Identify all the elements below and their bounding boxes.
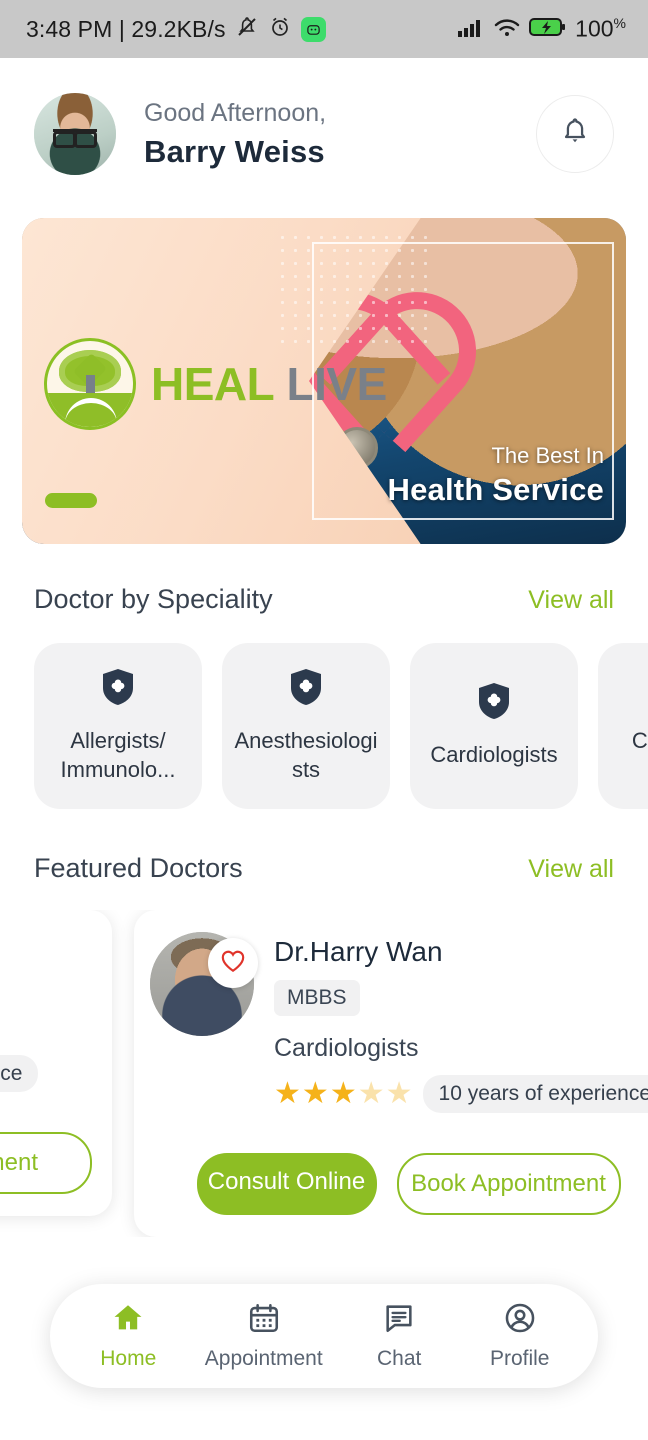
rating-stars: ★ ★ ★ ★ ★ (274, 1079, 413, 1109)
banner-caption-large: Health Service (387, 472, 604, 507)
speciality-card-label: Anesthesiologists (234, 728, 378, 782)
bottom-navigation-wrapper: Home Appointment Chat Profile (0, 1284, 648, 1388)
banner-accent-pill (45, 493, 97, 508)
wifi-icon (493, 15, 521, 44)
nav-label-profile: Profile (489, 1347, 550, 1370)
battery-percent-unit: % (613, 15, 626, 32)
greeting-text: Good Afternoon, (144, 98, 327, 127)
star-empty-icon: ★ (357, 1077, 385, 1110)
speciality-card-label: Colon and Rectal (631, 728, 648, 754)
nav-label-appointment: Appointment (204, 1347, 323, 1370)
bell-muted-icon (235, 15, 259, 44)
doctor-card-partial[interactable]: f experience ointment (0, 910, 112, 1216)
nav-item-profile[interactable]: Profile (476, 1301, 564, 1371)
star-filled-icon: ★ (329, 1077, 357, 1110)
featured-section-header: Featured Doctors View all (0, 853, 648, 884)
featured-view-all-link[interactable]: View all (528, 855, 614, 884)
bell-icon (558, 115, 592, 154)
featured-section-title: Featured Doctors (34, 853, 243, 883)
battery-charging-icon (529, 16, 567, 43)
speciality-card[interactable]: Colon and Rectal (598, 643, 648, 809)
notification-button[interactable] (536, 95, 614, 173)
book-appointment-button-partial[interactable]: ointment (0, 1132, 92, 1194)
app-header: Good Afternoon, Barry Weiss (0, 58, 648, 210)
heart-icon (220, 949, 246, 978)
doctor-card[interactable]: Dr.Harry Wan MBBS Cardiologists ★ ★ ★ ★ … (134, 910, 648, 1237)
star-empty-icon: ★ (385, 1077, 413, 1110)
nav-item-appointment[interactable]: Appointment (205, 1301, 323, 1371)
speciality-card[interactable]: Cardiologists (410, 643, 578, 809)
nav-label-chat: Chat (377, 1347, 422, 1370)
featured-doctor-list[interactable]: f experience ointment Dr.Harry Wan (0, 910, 648, 1237)
status-bar: 3:48 PM | 29.2KB/s 100% (0, 0, 648, 58)
speciality-card-label: Allergists/ Immunolo... (60, 728, 176, 782)
speciality-card-label: Cardiologists (430, 742, 558, 768)
doctor-name: Dr.Harry Wan (274, 936, 443, 967)
doctor-photo-wrapper (150, 932, 258, 1113)
bottom-navigation: Home Appointment Chat Profile (50, 1284, 598, 1388)
person-circle-icon (503, 1301, 537, 1340)
shield-medical-icon (101, 668, 135, 711)
doctor-info: Dr.Harry Wan MBBS Cardiologists ★ ★ ★ ★ … (274, 932, 648, 1113)
status-bar-left: 3:48 PM | 29.2KB/s (26, 15, 326, 44)
star-filled-icon: ★ (274, 1077, 301, 1110)
banner-caption: The Best In Health Service (388, 443, 604, 508)
greeting-block: Good Afternoon, Barry Weiss (144, 99, 536, 170)
consult-online-button[interactable]: Consult Online (196, 1153, 377, 1215)
app-chip-icon (300, 16, 326, 42)
doctor-card-top (0, 932, 92, 1036)
status-time-and-speed: 3:48 PM | 29.2KB/s (26, 15, 226, 42)
doctor-card-top: Dr.Harry Wan MBBS Cardiologists ★ ★ ★ ★ … (150, 932, 648, 1113)
banner-caption-small: The Best In (491, 443, 604, 468)
experience-chip: 10 years of experience (422, 1075, 648, 1113)
shield-medical-icon (477, 682, 511, 725)
cellular-signal-icon (457, 15, 485, 44)
promo-banner-wrapper: HEAL LIVE The Best In Health Service (0, 210, 648, 544)
calendar-icon (247, 1301, 281, 1340)
chat-icon (382, 1301, 416, 1340)
speciality-section-header: Doctor by Speciality View all (0, 584, 648, 615)
user-name: Barry Weiss (144, 133, 325, 169)
speciality-card-list[interactable]: Allergists/ Immunolo... Anesthesiologist… (0, 643, 648, 809)
star-filled-icon: ★ (301, 1077, 329, 1110)
promo-banner[interactable]: HEAL LIVE The Best In Health Service (22, 218, 626, 544)
doctor-rating-row: ★ ★ ★ ★ ★ 10 years of experience (274, 1075, 648, 1113)
speciality-card[interactable]: Allergists/ Immunolo... (34, 643, 202, 809)
nav-item-chat[interactable]: Chat (355, 1301, 443, 1371)
nav-item-home[interactable]: Home (84, 1301, 172, 1371)
alarm-clock-icon (268, 15, 292, 44)
speciality-section-title: Doctor by Speciality (34, 584, 273, 614)
nav-label-home: Home (100, 1347, 157, 1370)
brand-name-primary: HEAL (151, 358, 275, 410)
status-bar-right: 100% (457, 15, 626, 44)
doctor-speciality: Cardiologists (274, 1034, 419, 1062)
doctor-degree-badge: MBBS (274, 980, 360, 1016)
speciality-view-all-link[interactable]: View all (528, 586, 614, 615)
book-appointment-button[interactable]: Book Appointment (396, 1153, 621, 1215)
speciality-card[interactable]: Anesthesiologists (222, 643, 390, 809)
home-icon (111, 1301, 145, 1340)
doctor-card-actions: Consult Online Book Appointment (150, 1153, 648, 1215)
tree-logo-icon (44, 338, 136, 430)
avatar[interactable] (34, 93, 116, 175)
favorite-button[interactable] (208, 938, 258, 988)
battery-percent: 100% (575, 15, 626, 42)
experience-chip-partial: f experience (0, 1055, 39, 1092)
shield-medical-icon (289, 668, 323, 711)
